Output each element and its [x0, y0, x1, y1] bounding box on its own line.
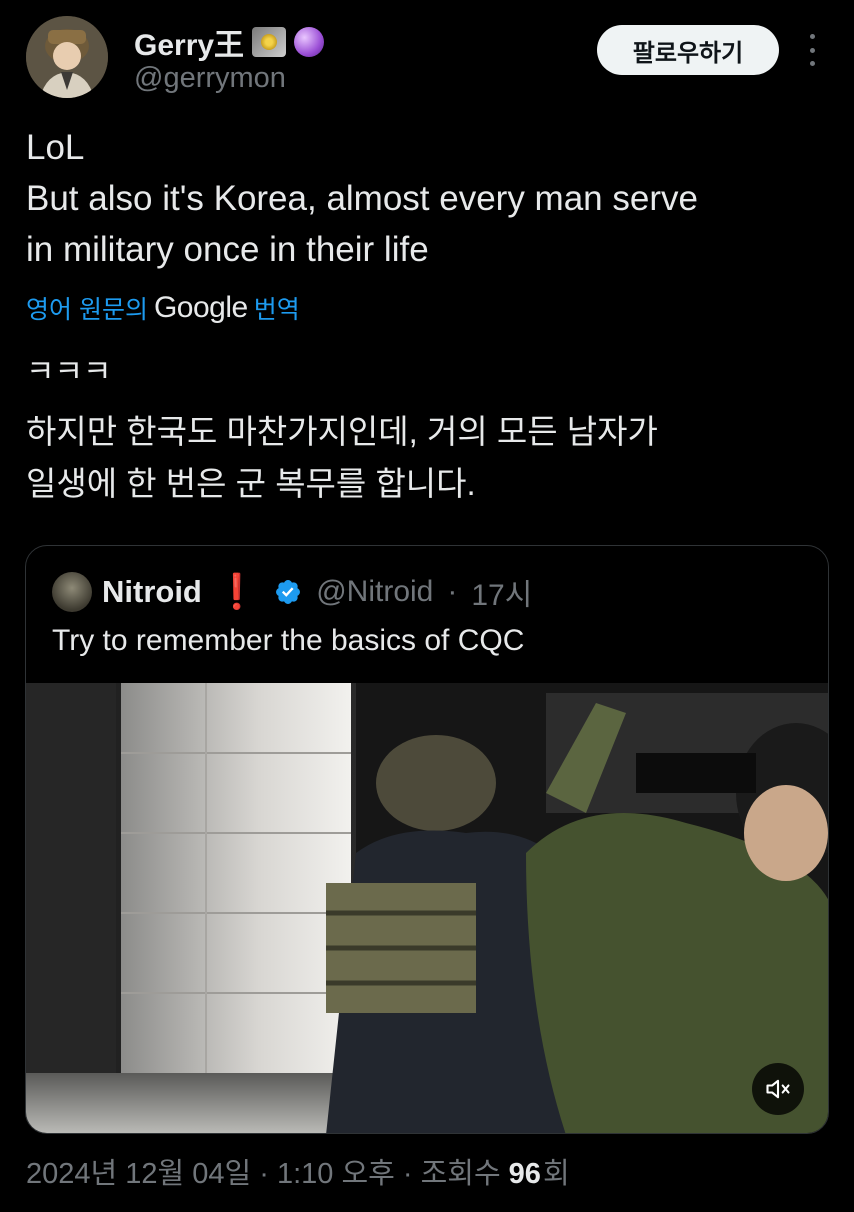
quoted-author-handle[interactable]: @Nitroid	[316, 575, 433, 609]
disc-icon	[252, 27, 287, 57]
more-vertical-icon[interactable]	[800, 34, 824, 66]
tweet-header: Gerry王 @gerrymon 팔로우하기	[0, 0, 854, 110]
volume-muted-icon[interactable]	[752, 1063, 804, 1115]
exclamation-icon: ❗	[215, 573, 259, 611]
meta-separator: ·	[251, 1158, 277, 1190]
crystal-ball-icon	[294, 27, 325, 57]
translated-line-1: ㅋㅋㅋ	[26, 354, 112, 389]
quoted-tweet-text: Try to remember the basics of CQC	[52, 624, 525, 657]
meta-separator: ·	[394, 1158, 421, 1190]
views-suffix: 회	[542, 1158, 570, 1190]
views-count[interactable]: 96	[509, 1158, 541, 1191]
tweet-time[interactable]: 1:10 오후	[277, 1150, 395, 1192]
author-handle[interactable]: @gerrymon	[134, 62, 286, 95]
google-logo: Google	[153, 291, 248, 324]
quoted-author-name[interactable]: Nitroid	[102, 574, 202, 610]
quoted-tweet[interactable]: Nitroid ❗ @Nitroid · 17시 Try to remember…	[25, 545, 829, 1134]
tweet-meta: 2024년 12월 04일 · 1:10 오후 · 조회수 96 회	[26, 1150, 570, 1192]
verified-badge-icon	[276, 580, 301, 604]
translate-link[interactable]: 영어 원문의 Google 번역	[26, 290, 300, 326]
separator-dot: ·	[447, 575, 458, 608]
follow-button[interactable]: 팔로우하기	[597, 25, 779, 75]
translated-body: 하지만 한국도 마찬가지인데, 거의 모든 남자가 일생에 한 번은 군 복무를…	[26, 413, 658, 502]
author-avatar[interactable]	[26, 16, 108, 98]
quoted-video[interactable]	[26, 683, 828, 1133]
translate-suffix[interactable]: 번역	[254, 290, 300, 326]
quoted-author-avatar[interactable]	[52, 572, 92, 612]
tweet-text: LoL But also it's Korea, almost every ma…	[26, 128, 698, 269]
tweet-date[interactable]: 2024년 12월 04일	[26, 1150, 251, 1192]
author-name-row: Gerry王	[134, 20, 325, 64]
translate-prefix[interactable]: 영어 원문의	[26, 290, 148, 326]
quoted-tweet-header: Nitroid ❗ @Nitroid · 17시	[52, 570, 532, 614]
translated-text: ㅋㅋㅋ 하지만 한국도 마찬가지인데, 거의 모든 남자가 일생에 한 번은 군…	[26, 352, 826, 510]
video-frame	[26, 683, 828, 1133]
quoted-time[interactable]: 17시	[471, 570, 532, 614]
views-label: 조회수	[420, 1158, 501, 1190]
author-display-name[interactable]: Gerry王	[134, 20, 244, 64]
